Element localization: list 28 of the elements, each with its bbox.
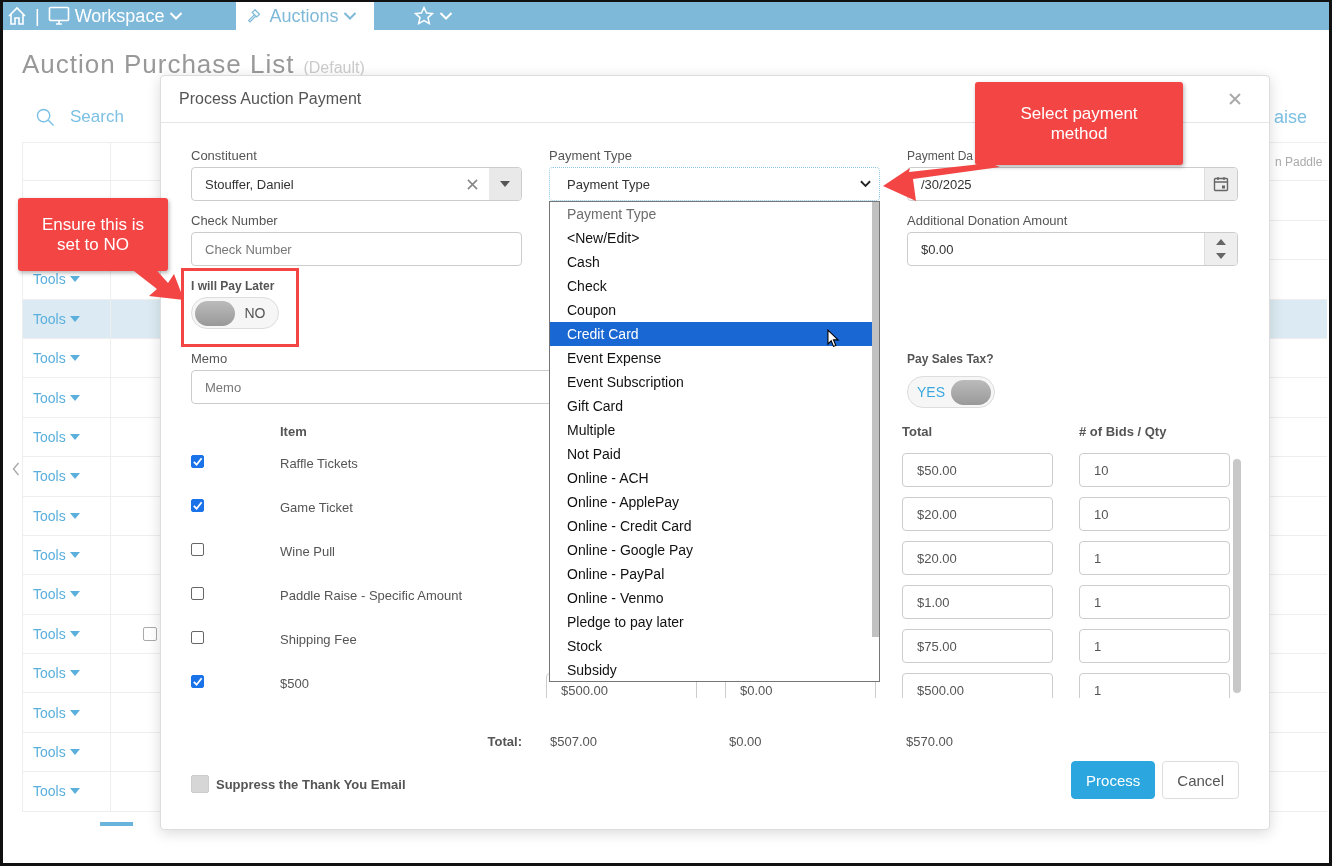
item-name: Wine Pull — [280, 543, 336, 561]
total-value: $0.00 — [728, 734, 763, 749]
field-label: Pay Sales Tax? — [907, 351, 994, 367]
total-label: Total: — [486, 734, 523, 749]
field-label: Check Number — [191, 213, 278, 229]
field-label: Additional Donation Amount — [907, 213, 1068, 229]
callout: Ensure this is set to NO — [18, 198, 168, 271]
item-name: Paddle Raise - Specific Amount — [280, 587, 464, 605]
item-name: Game Ticket — [280, 499, 354, 517]
total-value: $570.00 — [905, 734, 954, 749]
field-label: I will Pay Later — [191, 278, 275, 294]
separator: | — [35, 5, 40, 27]
callout: Select payment method — [975, 82, 1183, 165]
column-header: n Paddle — [1275, 154, 1323, 169]
item-name: Shipping Fee — [280, 631, 358, 649]
column-header: Total — [902, 424, 934, 441]
page-title: Auction Purchase List — [22, 49, 295, 80]
field-label: Memo — [191, 351, 228, 367]
total-value: $507.00 — [549, 734, 598, 749]
column-header: # of Bids / Qty — [1079, 424, 1168, 441]
item-name: $500 — [280, 675, 310, 693]
field-label: Payment Type — [549, 148, 632, 164]
dialog-title: Process Auction Payment — [179, 90, 362, 108]
field-label: Constituent — [191, 148, 257, 164]
checkbox-label: Suppress the Thank You Email — [216, 776, 406, 792]
field-label: Payment Da — [907, 148, 974, 164]
column-header: Item — [280, 424, 308, 441]
item-name: Raffle Tickets — [280, 455, 359, 473]
